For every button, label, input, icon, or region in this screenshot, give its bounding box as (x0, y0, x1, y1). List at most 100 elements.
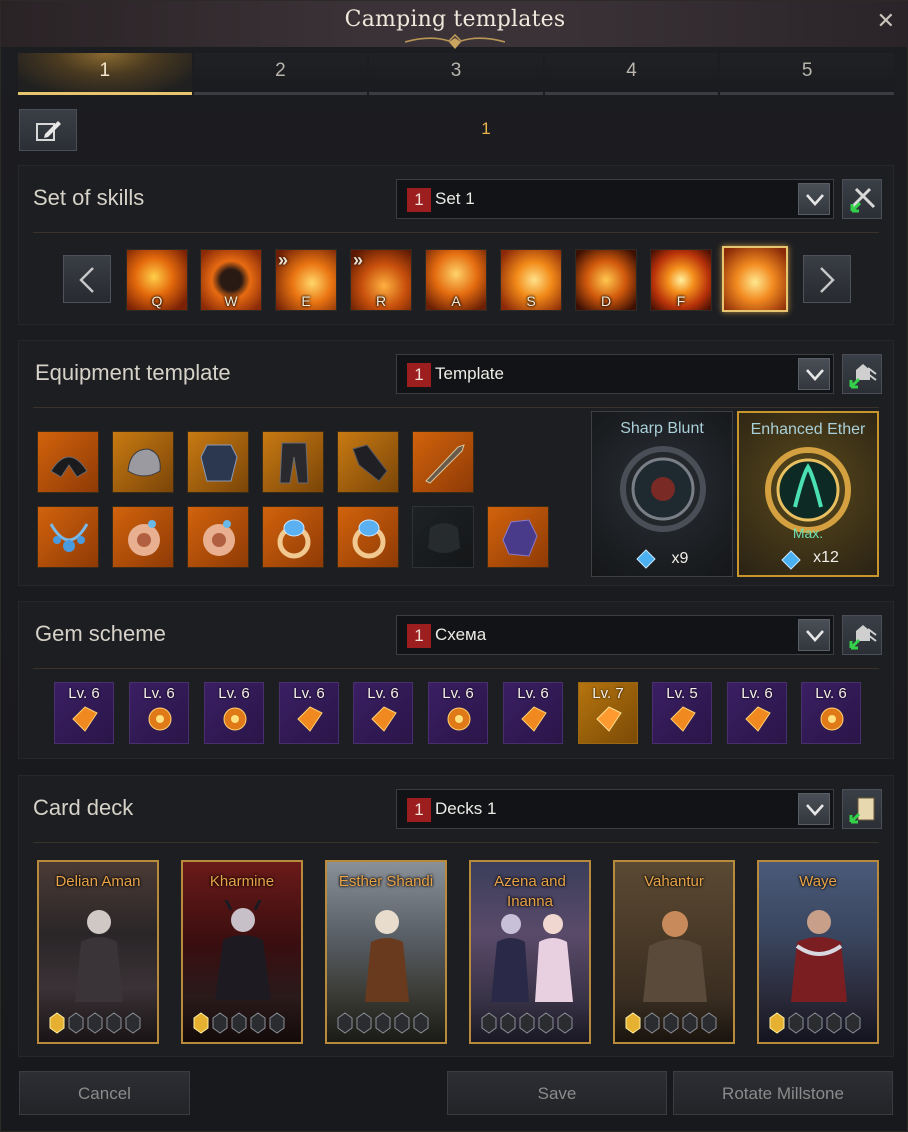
chevron-down-icon[interactable] (798, 358, 830, 390)
window-title: Camping templates (344, 7, 566, 32)
apply-skills-button[interactable] (842, 179, 882, 219)
awakening-stones (481, 1012, 573, 1034)
engraving-icon (765, 447, 851, 533)
skill-set-dropdown[interactable]: 1 Set 1 (396, 179, 834, 219)
rename-button[interactable] (19, 109, 77, 151)
card-swap-icon (849, 797, 875, 824)
equip-gloves[interactable] (337, 431, 399, 493)
rotate-millstone-button[interactable]: Rotate Millstone (673, 1071, 893, 1115)
apply-equipment-button[interactable] (842, 354, 882, 394)
save-button[interactable]: Save (447, 1071, 667, 1115)
gem-icon (371, 706, 397, 732)
equip-ring-2[interactable] (337, 506, 399, 568)
awakening-stones (625, 1012, 717, 1034)
card-vahantur[interactable]: Vahantur (613, 860, 735, 1044)
skill-slot-s[interactable]: S (500, 249, 562, 311)
equip-earring-1[interactable] (112, 506, 174, 568)
equip-pants[interactable] (262, 431, 324, 493)
awakening-stones (49, 1012, 141, 1034)
skills-prev-button[interactable] (63, 255, 111, 303)
gem-level: Lv. 6 (143, 685, 175, 702)
card-waye[interactable]: Waye (757, 860, 879, 1044)
equip-necklace[interactable] (37, 506, 99, 568)
skill-slot-a[interactable]: A (425, 249, 487, 311)
chevron-down-icon[interactable] (798, 183, 830, 215)
ring-icon (352, 519, 386, 559)
skill-slot-awakening[interactable] (722, 246, 788, 312)
skill-slot-e[interactable]: » E (275, 249, 337, 311)
awakening-gem-empty-icon (269, 1012, 285, 1034)
apply-cards-button[interactable] (842, 789, 882, 829)
ring-icon (277, 519, 311, 559)
card-portrait-icon (365, 910, 409, 1002)
tab-5[interactable]: 5 (720, 53, 894, 95)
skill-slot-w[interactable]: W (200, 249, 262, 311)
equip-ring-1[interactable] (262, 506, 324, 568)
equip-weapon[interactable] (412, 431, 474, 493)
gem-slot-highlighted[interactable]: Lv. 7 (578, 682, 638, 744)
tab-3[interactable]: 3 (369, 53, 543, 95)
cancel-button[interactable]: Cancel (19, 1071, 190, 1115)
close-button[interactable]: ✕ (877, 9, 895, 34)
equip-swap-icon (849, 625, 877, 650)
gem-slot[interactable]: Lv. 6 (503, 682, 563, 744)
skill-key-label: F (676, 293, 686, 309)
gem-scheme-value: Схема (435, 625, 487, 644)
gem-slot[interactable]: Lv. 6 (428, 682, 488, 744)
title-bar: Camping templates ✕ (1, 1, 908, 49)
card-delian-aman[interactable]: Delian Aman (37, 860, 159, 1044)
awakening-gem-icon (49, 1012, 65, 1034)
skills-next-button[interactable] (803, 255, 851, 303)
gem-slot[interactable]: Lv. 6 (204, 682, 264, 744)
gem-slot[interactable]: Lv. 6 (129, 682, 189, 744)
gem-scheme-dropdown[interactable]: 1 Схема (396, 615, 834, 655)
tab-2[interactable]: 2 (193, 53, 368, 95)
skill-slot-f[interactable]: F (650, 249, 712, 311)
skill-slot-q[interactable]: Q (126, 249, 188, 311)
equip-helmet[interactable] (37, 431, 99, 493)
awakening-gem-empty-icon (682, 1012, 698, 1034)
equipment-template-dropdown[interactable]: 1 Template (396, 354, 834, 394)
card-portrait-icon (643, 911, 707, 1002)
card-deck-dropdown[interactable]: 1 Decks 1 (396, 789, 834, 829)
apply-gems-button[interactable] (842, 615, 882, 655)
tab-1[interactable]: 1 (18, 53, 192, 95)
card-esther-shandi[interactable]: Esther Shandi (325, 860, 447, 1044)
card-portrait-icon (791, 910, 847, 1002)
equip-stone[interactable] (487, 506, 549, 568)
ability-stone-icon (502, 519, 538, 557)
gem-icon (596, 706, 622, 732)
awakening-gem-empty-icon (394, 1012, 410, 1034)
awakening-gem-empty-icon (356, 1012, 372, 1034)
gem-slot[interactable]: Lv. 6 (279, 682, 339, 744)
equip-shoulder[interactable] (112, 431, 174, 493)
skill-key-label: W (224, 293, 238, 309)
awakening-gem-empty-icon (68, 1012, 84, 1034)
gem-slot[interactable]: Lv. 5 (652, 682, 712, 744)
skill-key-label: E (301, 293, 311, 309)
earring-icon (203, 520, 235, 556)
chevron-down-icon[interactable] (798, 793, 830, 825)
awakening-gem-empty-icon (500, 1012, 516, 1034)
chevron-down-icon[interactable] (798, 619, 830, 651)
gem-level: Lv. 6 (218, 685, 250, 702)
card-azena-and-inanna[interactable]: Azena and Inanna (469, 860, 591, 1044)
awakening-gem-empty-icon (788, 1012, 804, 1034)
skill-slot-r[interactable]: » R (350, 249, 412, 311)
skills-title: Set of skills (33, 185, 145, 210)
tab-4[interactable]: 4 (544, 53, 719, 95)
engraving-sharp-blunt[interactable]: Sharp Blunt x9 (591, 411, 733, 577)
gem-slot[interactable]: Lv. 6 (54, 682, 114, 744)
gem-icon (820, 707, 844, 731)
gem-slot[interactable]: Lv. 6 (801, 682, 861, 744)
engraving-enhanced-ether[interactable]: Enhanced Ether Max. x12 (737, 411, 879, 577)
awakening-gem-empty-icon (87, 1012, 103, 1034)
equip-chest[interactable] (187, 431, 249, 493)
card-kharmine[interactable]: Kharmine (181, 860, 303, 1044)
gem-slot[interactable]: Lv. 6 (353, 682, 413, 744)
equip-slot-empty[interactable] (412, 506, 474, 568)
awakening-gem-empty-icon (538, 1012, 554, 1034)
gem-slot[interactable]: Lv. 6 (727, 682, 787, 744)
equip-earring-2[interactable] (187, 506, 249, 568)
skill-slot-d[interactable]: D (575, 249, 637, 311)
